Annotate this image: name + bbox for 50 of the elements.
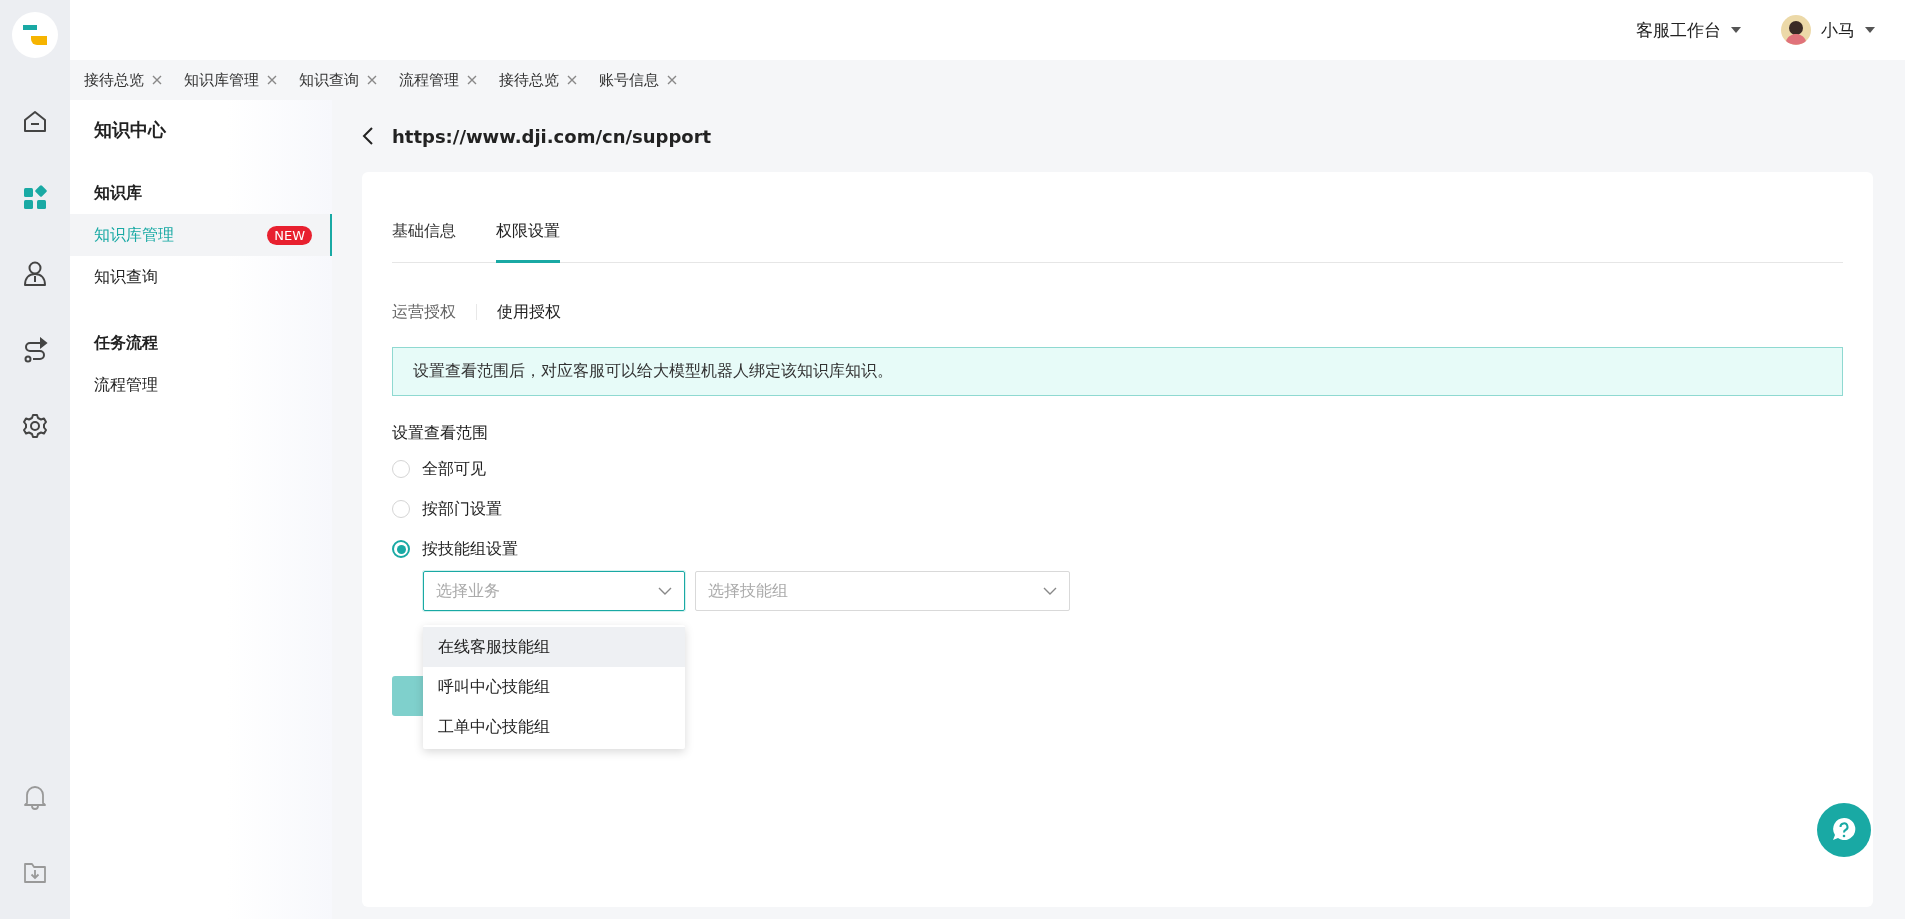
back-icon[interactable] <box>362 126 374 146</box>
page-tab[interactable]: 接待总览 <box>84 70 144 90</box>
close-icon[interactable] <box>567 75 577 85</box>
close-icon[interactable] <box>467 75 477 85</box>
page-tab[interactable]: 知识查询 <box>299 70 359 90</box>
close-icon[interactable] <box>667 75 677 85</box>
new-badge: NEW <box>267 225 312 245</box>
home-icon[interactable] <box>22 109 48 135</box>
sub-tab[interactable]: 运营授权 <box>392 301 456 323</box>
download-folder-icon[interactable] <box>23 861 47 885</box>
sidebar-title: 知识中心 <box>93 118 167 142</box>
workspace-dropdown[interactable]: 客服工作台 <box>1636 18 1741 42</box>
sidebar-item[interactable]: 知识库管理 NEW <box>70 214 332 256</box>
dropdown-option[interactable]: 在线客服技能组 <box>423 627 685 667</box>
close-icon[interactable] <box>267 75 277 85</box>
bell-icon[interactable] <box>23 784 47 810</box>
field-label: 设置查看范围 <box>392 423 489 444</box>
dropdown-option[interactable]: 工单中心技能组 <box>423 707 685 747</box>
section-heading: 任务流程 <box>92 332 159 354</box>
settings-icon[interactable] <box>22 413 48 439</box>
caret-icon <box>1731 27 1741 33</box>
sidebar-item[interactable]: 流程管理 <box>70 364 332 406</box>
page-tab[interactable]: 知识库管理 <box>184 70 259 90</box>
caret-icon <box>1865 27 1875 33</box>
page-url: https://www.dji.com/cn/support <box>392 125 712 147</box>
flow-icon[interactable] <box>22 337 48 363</box>
dropdown-option[interactable]: 呼叫中心技能组 <box>423 667 685 707</box>
avatar[interactable] <box>1781 15 1811 45</box>
page-tab[interactable]: 账号信息 <box>599 70 659 90</box>
tab[interactable]: 权限设置 <box>496 221 560 263</box>
sub-tab[interactable]: 使用授权 <box>497 301 561 323</box>
section-heading: 知识库 <box>93 182 143 204</box>
page-tab[interactable]: 接待总览 <box>499 70 559 90</box>
apps-icon[interactable] <box>22 185 48 211</box>
sidebar-item[interactable]: 知识查询 <box>70 256 332 298</box>
chevron-down-icon <box>658 587 672 595</box>
radio-option[interactable]: 按部门设置 <box>392 489 502 529</box>
item-label: 知识库管理 <box>94 224 174 246</box>
page-tab[interactable]: 流程管理 <box>399 70 459 90</box>
close-icon[interactable] <box>367 75 377 85</box>
close-icon[interactable] <box>152 75 162 85</box>
person-icon[interactable] <box>22 260 48 288</box>
user-dropdown[interactable]: 小马 <box>1821 18 1875 42</box>
app-logo <box>12 12 58 58</box>
radio-button[interactable] <box>392 540 410 558</box>
info-banner: 设置查看范围后，对应客服可以给大模型机器人绑定该知识库知识。 <box>392 347 1843 396</box>
radio-option[interactable]: 按技能组设置 <box>392 529 518 569</box>
chevron-down-icon <box>1043 587 1057 595</box>
tab[interactable]: 基础信息 <box>392 221 456 263</box>
radio-option[interactable]: 全部可见 <box>392 449 486 489</box>
